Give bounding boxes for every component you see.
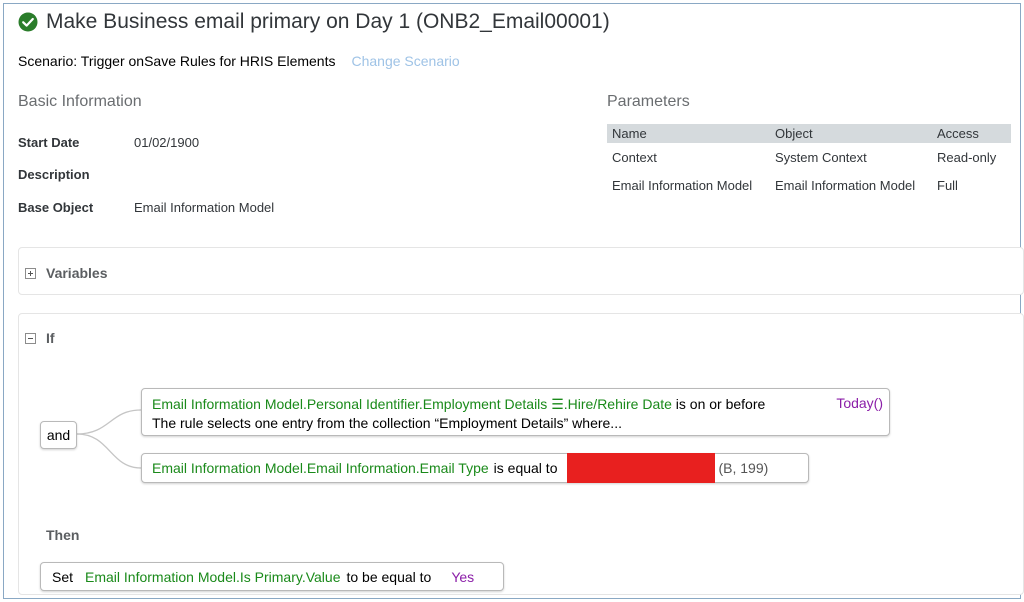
- table-cell: Context: [612, 149, 657, 165]
- condition-1-value[interactable]: Today(): [836, 395, 883, 411]
- description-label: Description: [18, 167, 90, 182]
- check-circle-icon: [18, 12, 38, 32]
- then-action-comparator[interactable]: to be equal to: [346, 569, 431, 585]
- if-label: If: [46, 330, 55, 346]
- condition-1-field-prefix[interactable]: Email Information Model.Personal Identif…: [152, 396, 551, 412]
- condition-1[interactable]: Email Information Model.Personal Identif…: [141, 388, 890, 436]
- condition-2-value-suffix: (B, 199): [718, 460, 769, 476]
- table-cell: System Context: [775, 149, 867, 165]
- parameters-header-row: Name Object Access: [607, 124, 1011, 143]
- variables-toggle[interactable]: Variables: [25, 265, 108, 281]
- base-object-label: Base Object: [18, 200, 94, 215]
- basic-info-heading: Basic Information: [18, 93, 142, 110]
- start-date-value: 01/02/1900: [134, 135, 200, 150]
- condition-1-expression: Email Information Model.Personal Identif…: [152, 396, 765, 413]
- change-scenario-link[interactable]: Change Scenario: [351, 53, 459, 69]
- then-label: Then: [46, 527, 80, 543]
- expand-plus-icon[interactable]: [25, 267, 36, 279]
- condition-2[interactable]: Email Information Model.Email Informatio…: [141, 453, 809, 483]
- title-row: Make Business email primary on Day 1 (ON…: [18, 8, 610, 36]
- column-header-name: Name: [607, 124, 770, 143]
- condition-1-note: The rule selects one entry from the coll…: [152, 415, 622, 431]
- and-operator-label: and: [46, 427, 71, 443]
- and-operator-button[interactable]: and: [40, 421, 77, 449]
- table-row: Email Information Model Email Informatio…: [607, 171, 1011, 199]
- table-cell: Read-only: [937, 149, 997, 165]
- start-date-label: Start Date: [18, 135, 80, 150]
- then-action[interactable]: Set Email Information Model.Is Primary.V…: [40, 562, 504, 591]
- base-object-value: Email Information Model: [134, 200, 275, 215]
- then-action-verb: Set: [52, 568, 74, 585]
- variables-panel: [18, 247, 1024, 295]
- then-action-field[interactable]: Email Information Model.Is Primary.Value: [85, 569, 340, 585]
- column-header-access: Access: [932, 124, 1011, 143]
- if-toggle[interactable]: If: [25, 330, 55, 346]
- parameters-table: Name Object Access Context System Contex…: [607, 124, 1011, 199]
- variables-label: Variables: [46, 265, 108, 281]
- collapse-minus-icon[interactable]: [25, 332, 36, 344]
- scenario-text: Scenario: Trigger onSave Rules for HRIS …: [18, 53, 336, 69]
- table-cell: Email Information Model: [775, 177, 916, 193]
- scenario-row: Scenario: Trigger onSave Rules for HRIS …: [18, 53, 460, 69]
- then-action-value[interactable]: Yes: [451, 569, 474, 585]
- page-title: Make Business email primary on Day 1 (ON…: [46, 10, 610, 33]
- condition-2-comparator[interactable]: is equal to: [494, 460, 558, 476]
- condition-2-field[interactable]: Email Information Model.Email Informatio…: [152, 460, 489, 476]
- table-row: Context System Context Read-only: [607, 143, 1011, 171]
- redacted-value-block: [567, 453, 716, 483]
- condition-1-comparator[interactable]: is on or before: [676, 396, 766, 412]
- parameters-heading: Parameters: [607, 93, 690, 110]
- column-header-object: Object: [770, 124, 932, 143]
- table-cell: Email Information Model: [612, 177, 753, 193]
- condition-1-field-suffix[interactable]: .Hire/Rehire Date: [564, 396, 672, 412]
- table-cell: Full: [937, 177, 958, 193]
- collection-icon: ☰: [551, 396, 564, 412]
